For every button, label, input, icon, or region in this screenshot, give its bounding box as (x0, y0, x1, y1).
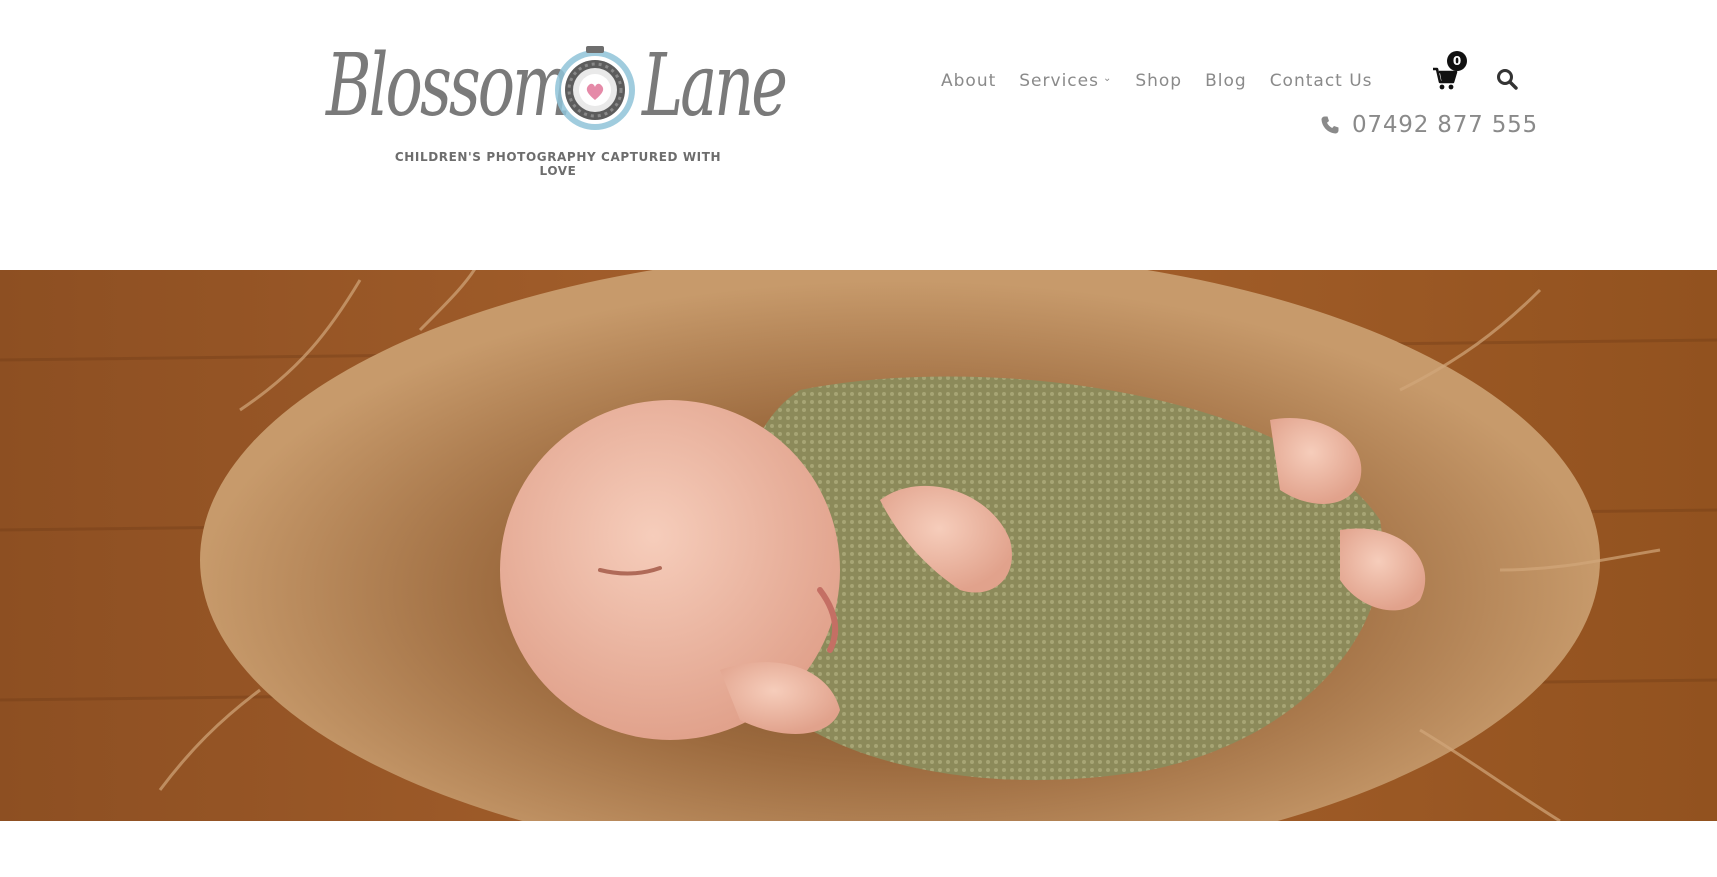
nav-item-about[interactable]: About (941, 71, 996, 91)
chevron-down-icon: ⌄ (1102, 72, 1113, 84)
hero-photo (0, 270, 1717, 821)
nav-item-label: Shop (1135, 71, 1183, 91)
search-button[interactable] (1496, 68, 1518, 90)
nav-item-label: Blog (1205, 71, 1247, 91)
nav-item-label: Contact Us (1269, 71, 1373, 91)
phone-number-link[interactable]: 07492 877 555 (1352, 112, 1538, 138)
nav-item-services[interactable]: Services ⌄ (1019, 71, 1112, 91)
camera-heart-icon (555, 46, 635, 130)
cart-count-badge: 0 (1447, 51, 1467, 71)
logo-word-left: Blossom (326, 36, 571, 136)
site-logo[interactable]: Blossom Lane CHILDREN'S PHOTOGRAPHY CAPT… (326, 36, 788, 178)
nav-item-blog[interactable]: Blog (1205, 71, 1247, 91)
hero-banner (0, 270, 1717, 821)
nav-item-contact-us[interactable]: Contact Us (1270, 71, 1373, 91)
search-icon (1497, 69, 1518, 90)
nav-item-shop[interactable]: Shop (1135, 71, 1182, 91)
phone-contact: 07492 877 555 (1320, 112, 1538, 138)
logo-tagline: CHILDREN'S PHOTOGRAPHY CAPTURED WITH LOV… (394, 150, 722, 178)
logo-word-right: Lane (642, 36, 788, 136)
nav-item-label: About (941, 71, 997, 91)
phone-icon (1321, 116, 1339, 134)
main-nav: About Services ⌄ Shop Blog Contact Us (941, 68, 1373, 94)
site-header: Blossom Lane CHILDREN'S PHOTOGRAPHY CAPT… (0, 0, 1717, 270)
nav-item-label: Services (1019, 71, 1099, 91)
